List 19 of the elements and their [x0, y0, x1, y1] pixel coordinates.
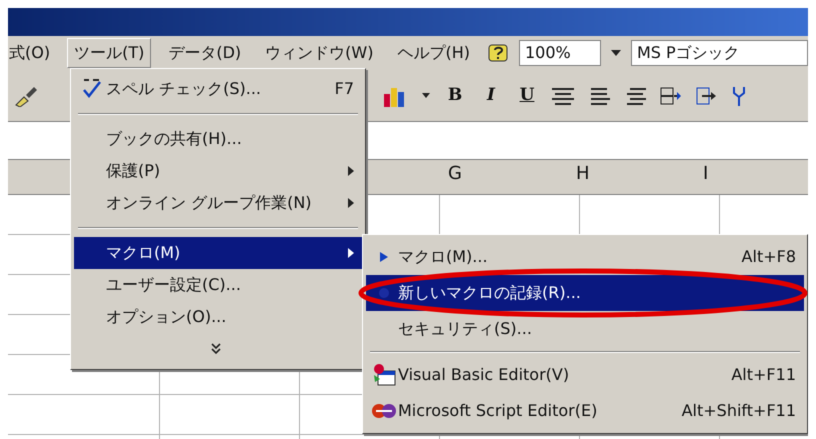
menu-item-label: 保護(P): [106, 160, 162, 182]
menu-item-label: Visual Basic Editor(V): [398, 364, 570, 386]
menu-item-label: Microsoft Script Editor(E): [398, 400, 598, 422]
shortcut-label: Alt+Shift+F11: [682, 400, 796, 422]
column-header: H: [576, 162, 590, 186]
menu-item-label: オンライン グループ作業(N): [106, 192, 313, 214]
menu-item-label: スペル チェック(S)...: [106, 78, 262, 100]
menu-item-label: マクロ(M): [106, 242, 182, 264]
menu-item-label: ユーザー設定(C)...: [106, 274, 242, 296]
menu-item-label: 新しいマクロの記録(R)...: [398, 282, 582, 304]
menu-item-label: オプション(O)...: [106, 306, 228, 328]
column-header: I: [703, 162, 708, 186]
menu-item-label: マクロ(M)...: [398, 246, 489, 268]
menu-item-label: ブックの共有(H)...: [106, 128, 243, 150]
menu-item-label: セキュリティ(S)...: [398, 318, 533, 340]
shortcut-label: Alt+F8: [742, 246, 796, 268]
column-header: G: [448, 162, 462, 186]
shortcut-label: F7: [334, 78, 354, 100]
shortcut-label: Alt+F11: [731, 364, 796, 386]
